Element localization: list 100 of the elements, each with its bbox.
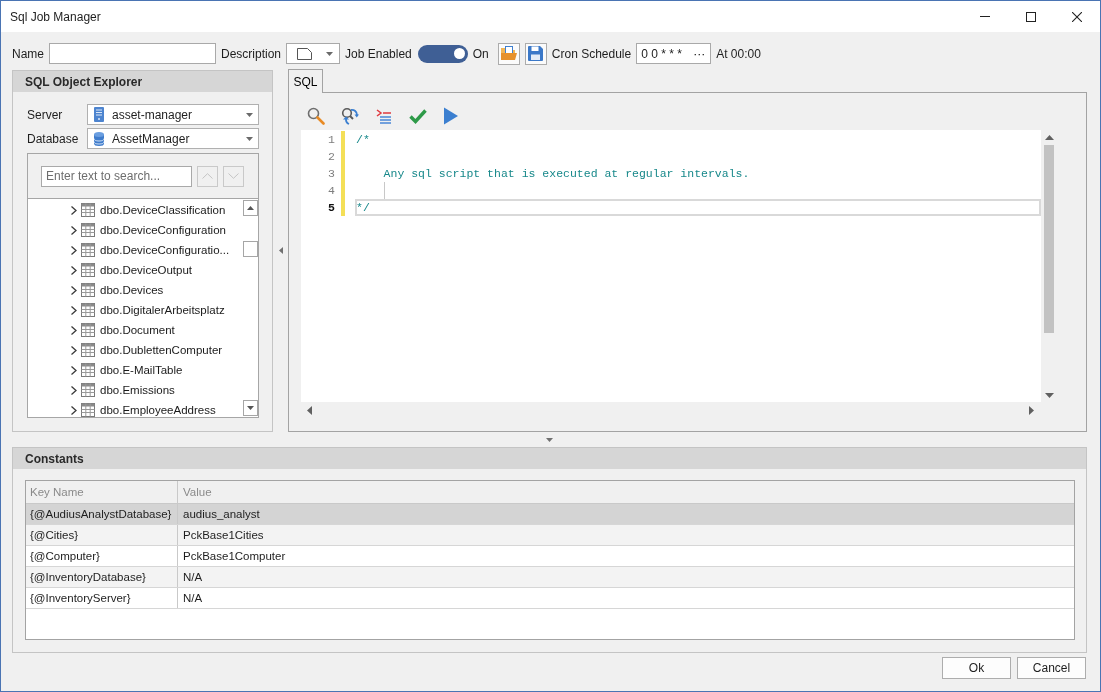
cron-field[interactable]: 0 0 * * * ··· xyxy=(636,43,712,64)
table-cell: {@InventoryServer} xyxy=(26,588,178,608)
search-field[interactable]: Enter text to search... xyxy=(41,165,192,187)
table-icon xyxy=(81,363,95,377)
line-number: 4 xyxy=(327,183,335,199)
table-icon xyxy=(81,243,95,257)
tree-item[interactable]: dbo.Emissions xyxy=(28,380,242,400)
description-label: Description xyxy=(221,46,282,61)
save-icon xyxy=(528,46,544,61)
chevron-right-icon[interactable] xyxy=(71,285,77,295)
database-icon xyxy=(94,131,104,146)
format-code-icon[interactable] xyxy=(375,107,393,125)
name-field[interactable] xyxy=(49,43,216,64)
server-icon xyxy=(94,107,104,122)
chevron-right-icon[interactable] xyxy=(71,385,77,395)
description-dropdown[interactable] xyxy=(286,43,341,64)
tree-item[interactable]: dbo.EmployeeAddress xyxy=(28,400,242,420)
chevron-right-icon[interactable] xyxy=(71,265,77,275)
chevron-up-icon xyxy=(202,173,213,179)
window-title: Sql Job Manager xyxy=(9,9,102,24)
scroll-down-button[interactable] xyxy=(243,400,258,416)
table-icon xyxy=(81,203,95,217)
name-label: Name xyxy=(12,46,44,61)
tree-item[interactable]: dbo.Document xyxy=(28,320,242,340)
chevron-right-icon[interactable] xyxy=(71,245,77,255)
indent-guide xyxy=(383,182,385,199)
page-icon xyxy=(297,47,313,60)
line-number: 1 xyxy=(327,132,335,148)
tree-item[interactable]: dbo.DeviceClassification xyxy=(28,200,242,220)
table-row[interactable]: {@InventoryDatabase} N/A xyxy=(26,567,1074,588)
chevron-right-icon[interactable] xyxy=(71,225,77,235)
server-dropdown[interactable]: asset-manager xyxy=(87,104,259,125)
line-number: 3 xyxy=(327,166,335,182)
code-line: Any sql script that is executed at regular intervals. xyxy=(382,166,751,182)
line-number: 2 xyxy=(327,149,335,165)
check-icon[interactable] xyxy=(409,107,427,125)
splitter-arrow-icon[interactable] xyxy=(278,247,283,254)
table-icon xyxy=(81,343,95,357)
tree-item[interactable]: dbo.DeviceOutput xyxy=(28,260,242,280)
chevron-right-icon[interactable] xyxy=(71,365,77,375)
tree-item[interactable]: dbo.DublettenComputer xyxy=(28,340,242,360)
table-cell: {@InventoryDatabase} xyxy=(26,567,178,587)
tree-item[interactable]: dbo.DeviceConfiguration xyxy=(28,220,242,240)
database-label: Database xyxy=(27,131,80,146)
caret-icon xyxy=(326,51,334,56)
server-label: Server xyxy=(27,107,64,122)
code-editor[interactable]: 1 /* 2 3 Any sql script that is executed at regular intervals. 4 5 */ xyxy=(301,130,1041,402)
editor-tab[interactable]: SQL xyxy=(288,69,323,93)
maximize-icon xyxy=(1026,11,1036,22)
dialog-button[interactable]: Cancel xyxy=(1017,657,1086,679)
table-icon xyxy=(81,283,95,297)
scroll-up-arrow-icon[interactable] xyxy=(1044,135,1054,140)
table-icon xyxy=(81,263,95,277)
scroll-thumb[interactable] xyxy=(1044,145,1054,333)
table-icon xyxy=(81,303,95,317)
search-icon[interactable] xyxy=(307,107,325,125)
ellipsis-button[interactable]: ··· xyxy=(691,46,708,61)
tree-item[interactable]: dbo.Devices xyxy=(28,280,242,300)
cron-summary: At 00:00 xyxy=(716,46,761,61)
tree-item[interactable]: dbo.DigitalerArbeitsplatz xyxy=(28,300,242,320)
save-button[interactable] xyxy=(524,42,547,65)
toggle-switch[interactable] xyxy=(417,44,468,63)
table-icon xyxy=(81,223,95,237)
dialog-button[interactable]: Ok xyxy=(942,657,1011,679)
chevron-right-icon[interactable] xyxy=(71,405,77,415)
scroll-up-button[interactable] xyxy=(243,200,258,216)
scroll-right-arrow-icon[interactable] xyxy=(1029,405,1034,415)
cron-schedule-label: Cron Schedule xyxy=(551,46,632,61)
folder-icon xyxy=(500,46,517,61)
table-cell: {@Computer} xyxy=(26,546,178,566)
table-icon xyxy=(81,323,95,337)
chevron-right-icon[interactable] xyxy=(71,305,77,315)
table-row[interactable]: {@Cities} PckBase1Cities xyxy=(26,525,1074,546)
scroll-left-arrow-icon[interactable] xyxy=(307,405,312,415)
tree-item[interactable]: dbo.DeviceConfiguratio... xyxy=(28,240,242,260)
caret-icon xyxy=(246,112,253,117)
play-icon[interactable] xyxy=(443,107,459,125)
open-button[interactable] xyxy=(497,42,520,65)
scroll-thumb[interactable] xyxy=(243,241,258,257)
code-line: */ xyxy=(355,199,1041,216)
table-row[interactable]: {@AudiusAnalystDatabase} audius_analyst xyxy=(26,504,1074,525)
tree-item[interactable]: dbo.E-MailTable xyxy=(28,360,242,380)
splitter-arrow-icon[interactable] xyxy=(546,437,553,442)
panel-title: SQL Object Explorer xyxy=(13,71,272,92)
database-dropdown[interactable]: AssetManager xyxy=(87,128,259,149)
panel-title: Constants xyxy=(13,448,1086,469)
scroll-down-arrow-icon[interactable] xyxy=(1044,393,1054,398)
table-cell: {@AudiusAnalystDatabase} xyxy=(26,504,178,524)
find-replace-icon[interactable] xyxy=(341,107,359,125)
chevron-right-icon[interactable] xyxy=(71,205,77,215)
table-icon xyxy=(81,383,95,397)
table-cell-text: PckBase1Cities xyxy=(182,528,265,543)
table-row[interactable]: {@InventoryServer} N/A xyxy=(26,588,1074,609)
toggle-state-label: On xyxy=(472,46,489,61)
table-cell-text: N/A xyxy=(182,570,204,585)
caret-icon xyxy=(246,136,253,141)
close-icon xyxy=(1072,11,1082,22)
chevron-right-icon[interactable] xyxy=(71,345,77,355)
chevron-right-icon[interactable] xyxy=(71,325,77,335)
table-cell-text: N/A xyxy=(182,591,204,606)
